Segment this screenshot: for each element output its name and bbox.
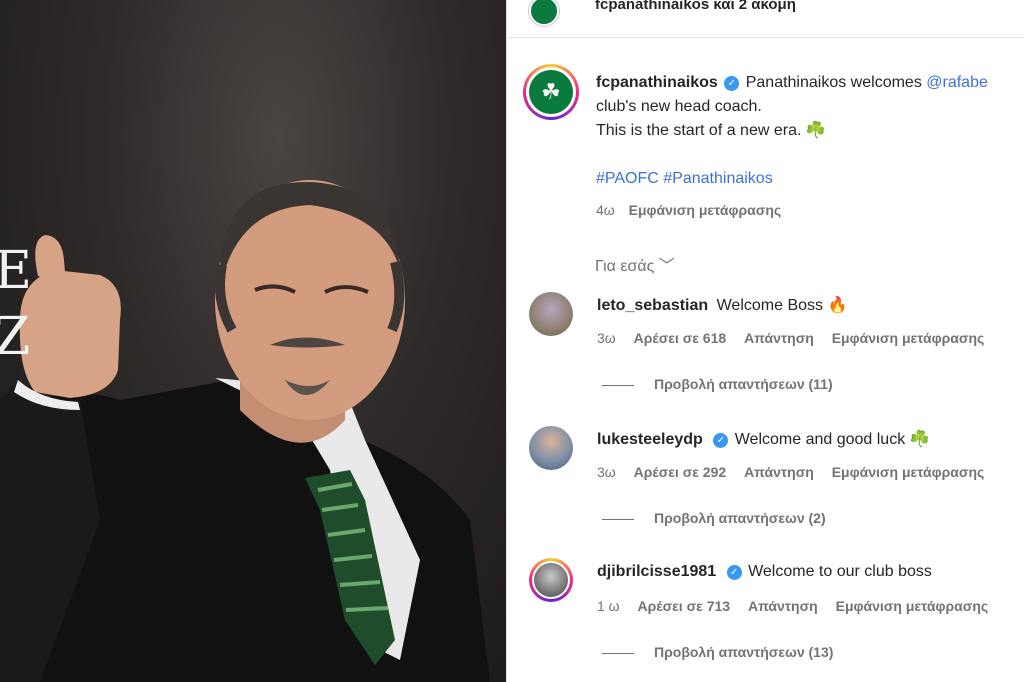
post-author-username[interactable]: fcpanathinaikos xyxy=(596,74,718,91)
comment-time: 3ω xyxy=(597,464,616,480)
reply-button[interactable]: Απάντηση xyxy=(748,598,818,614)
side-letter: Z xyxy=(0,307,31,367)
caption-hashtags[interactable]: #PAOFC #Panathinaikos xyxy=(596,167,1024,191)
post-time: 4ω xyxy=(596,202,615,218)
divider xyxy=(602,518,634,520)
caption-mention-link[interactable]: @rafabe xyxy=(926,74,988,91)
verified-badge-icon: ✓ xyxy=(726,565,742,580)
coach-photo xyxy=(0,180,490,682)
comment-meta: 3ω Αρέσει σε 292 Απάντηση Εμφάνιση μετάφ… xyxy=(597,464,998,480)
post-caption: fcpanathinaikos ✓ Panathinaikos welcomes… xyxy=(596,71,1024,191)
view-replies-label: Προβολή απαντήσεων (11) xyxy=(654,376,833,392)
caption-text: This is the start of a new era. xyxy=(596,122,806,139)
header-collaborators[interactable]: fcpanathinaikos και 2 ακόμη xyxy=(595,0,796,13)
comment-text: Welcome and good luck ☘️ xyxy=(734,431,930,448)
comment-body: leto_sebastian Welcome Boss 🔥 xyxy=(597,295,847,315)
see-translation-link[interactable]: Εμφάνιση μετάφρασης xyxy=(836,598,989,614)
comment-text: Welcome Boss 🔥 xyxy=(716,297,848,314)
comment-meta: 1 ω Αρέσει σε 713 Απάντηση Εμφάνιση μετά… xyxy=(597,598,1002,614)
comment-time: 1 ω xyxy=(597,598,620,614)
view-replies-button[interactable]: Προβολή απαντήσεων (13) xyxy=(602,644,833,660)
commenter-username[interactable]: djibrilcisse1981 xyxy=(597,563,716,580)
comment-meta: 3ω Αρέσει σε 618 Απάντηση Εμφάνιση μετάφ… xyxy=(597,330,998,346)
view-replies-button[interactable]: Προβολή απαντήσεων (2) xyxy=(602,510,826,526)
view-replies-label: Προβολή απαντήσεων (13) xyxy=(654,644,834,660)
comment-likes[interactable]: Αρέσει σε 618 xyxy=(634,330,727,346)
commenter-username[interactable]: leto_sebastian xyxy=(597,297,708,314)
for-you-filter[interactable]: Για εσάς ﹀ xyxy=(595,252,675,276)
side-letter: E xyxy=(0,241,32,301)
commenter-username[interactable]: lukesteeleydp xyxy=(597,431,703,448)
comment-body: djibrilcisse1981 ✓ Welcome to our club b… xyxy=(597,563,932,581)
comment-likes[interactable]: Αρέσει σε 292 xyxy=(634,464,727,480)
chevron-down-icon: ﹀ xyxy=(658,258,675,275)
comment-time: 3ω xyxy=(597,330,616,346)
caption-text: club's new head coach. xyxy=(596,98,762,115)
comments-panel: fcpanathinaikos και 2 ακόμη ☘ fcpanathin… xyxy=(506,0,1024,682)
post-author-avatar[interactable]: ☘ xyxy=(523,64,579,120)
see-translation-link[interactable]: Εμφάνιση μετάφρασης xyxy=(832,330,985,346)
commenter-avatar[interactable] xyxy=(529,292,573,336)
post-image[interactable]: E Z xyxy=(0,0,506,682)
view-replies-button[interactable]: Προβολή απαντήσεων (11) xyxy=(602,376,833,392)
post-meta: 4ω Εμφάνιση μετάφρασης xyxy=(596,202,791,218)
comment-body: lukesteeleydp ✓ Welcome and good luck ☘️ xyxy=(597,429,930,449)
see-translation-link[interactable]: Εμφάνιση μετάφρασης xyxy=(832,464,985,480)
reply-button[interactable]: Απάντηση xyxy=(744,464,814,480)
commenter-avatar[interactable] xyxy=(529,426,573,470)
divider xyxy=(602,652,634,654)
comment-likes[interactable]: Αρέσει σε 713 xyxy=(638,598,731,614)
view-replies-label: Προβολή απαντήσεων (2) xyxy=(654,510,826,526)
shamrock-emoji: ☘️ xyxy=(805,122,826,139)
header-avatar[interactable] xyxy=(529,0,559,26)
verified-badge-icon: ✓ xyxy=(724,76,740,91)
post-header: fcpanathinaikos και 2 ακόμη xyxy=(507,0,1024,38)
reply-button[interactable]: Απάντηση xyxy=(744,330,814,346)
divider xyxy=(602,384,634,386)
shamrock-logo-icon: ☘ xyxy=(529,70,573,114)
see-translation-link[interactable]: Εμφάνιση μετάφρασης xyxy=(629,202,782,218)
commenter-avatar[interactable] xyxy=(529,558,573,602)
comment-text: Welcome to our club boss xyxy=(748,563,932,580)
for-you-label: Για εσάς xyxy=(595,258,655,275)
verified-badge-icon: ✓ xyxy=(713,433,729,448)
caption-text: Panathinaikos welcomes xyxy=(745,74,927,91)
side-letters: E Z xyxy=(0,238,32,370)
